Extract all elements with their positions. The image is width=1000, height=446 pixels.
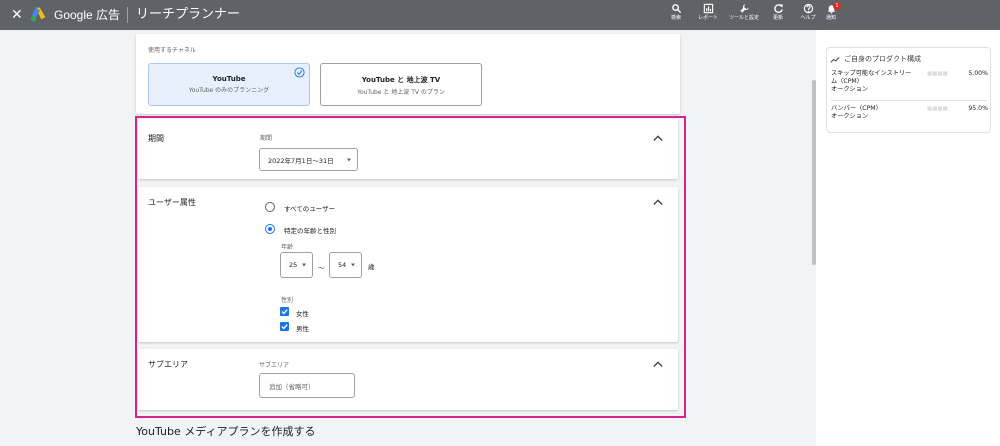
dropdown-arrow-icon: [351, 263, 355, 267]
product-percent: 95.0%: [968, 105, 988, 112]
brand-name: Google 広告: [54, 8, 121, 22]
channel-option-youtube[interactable]: YouTube YouTube のみのプランニング: [148, 63, 310, 106]
tools-label: ツールと設定: [728, 15, 759, 21]
check-icon: [281, 324, 288, 330]
radio-specific-age-gender[interactable]: [265, 224, 275, 234]
gender-label: 性別: [281, 297, 294, 304]
tools-icon: [739, 4, 749, 13]
all-users-label: すべてのユーザー: [284, 205, 336, 213]
channel-label: 使用するチャネル: [148, 47, 196, 54]
help-icon: [803, 3, 813, 14]
close-icon[interactable]: ✕: [11, 6, 23, 24]
product-name-line: バンパー（CPM）: [831, 105, 882, 112]
reports-label: レポート: [697, 15, 718, 21]
dropdown-arrow-icon: [302, 263, 306, 267]
channel-option-subtitle: YouTube と 地上波 TV のプラン: [357, 89, 445, 96]
female-checkbox[interactable]: [280, 307, 289, 316]
channel-option-title: YouTube と 地上波 TV: [361, 76, 441, 84]
product-percent: 5.00%: [968, 70, 988, 77]
age-from-dropdown[interactable]: 25: [280, 252, 313, 278]
subarea-card: サブエリア サブエリア 追加（省略可）: [138, 349, 678, 410]
chevron-up-icon[interactable]: [653, 134, 663, 142]
reports-button[interactable]: レポート: [690, 3, 726, 29]
header-divider: [127, 7, 128, 23]
age-label: 年齢: [281, 244, 294, 251]
subarea-field-label: サブエリア: [259, 362, 290, 369]
search-icon: [671, 4, 681, 14]
tools-button[interactable]: ツールと設定: [726, 3, 762, 29]
blurred-value: ■■■■: [927, 106, 948, 112]
notifications-label: 通知: [825, 15, 836, 21]
period-section-label: 期間: [148, 134, 164, 143]
product-mix-card: ご自身のプロダクト構成 スキップ可能なインストリー ム（CPM） オークション …: [826, 47, 991, 133]
age-unit: 歳: [368, 263, 375, 271]
age-range-separator: ～: [318, 264, 325, 272]
product-name-line: オークション: [831, 113, 869, 120]
create-plan-heading: YouTube メディアプランを作成する: [136, 425, 316, 438]
channel-option-subtitle: YouTube のみのプランニング: [188, 87, 270, 94]
demographics-card: ユーザー属性 すべてのユーザー 特定の年齢と性別 年齢 25 ～ 54 歳 性別…: [138, 187, 678, 342]
age-from-value: 25: [289, 261, 298, 269]
female-label: 女性: [296, 310, 309, 318]
check-icon: [281, 309, 288, 315]
period-field-label: 期間: [260, 135, 273, 142]
male-checkbox[interactable]: [280, 322, 289, 331]
dropdown-arrow-icon: [347, 158, 351, 161]
specific-age-gender-label: 特定の年齢と性別: [284, 227, 336, 235]
age-to-dropdown[interactable]: 54: [329, 252, 362, 278]
chevron-up-icon[interactable]: [653, 360, 663, 368]
refresh-icon: [773, 4, 783, 13]
age-to-value: 54: [338, 261, 347, 269]
reports-icon: [703, 3, 713, 14]
subarea-section-label: サブエリア: [148, 360, 188, 369]
search-button[interactable]: 検索: [658, 3, 694, 29]
app-title: リーチプランナー: [136, 7, 241, 22]
channel-option-youtube-tv[interactable]: YouTube と 地上波 TV YouTube と 地上波 TV のプラン: [320, 63, 482, 106]
period-card: 期間 期間 2022年7月1日～31日: [138, 119, 678, 179]
period-value: 2022年7月1日～31日: [268, 156, 334, 165]
notifications-button[interactable]: 1 通知: [813, 2, 849, 29]
product-name-line: オークション: [831, 86, 869, 93]
channel-option-title: YouTube: [212, 75, 246, 83]
check-circle-icon: [294, 67, 305, 78]
notification-badge: 1: [833, 2, 841, 10]
google-ads-logo-icon: [31, 7, 46, 22]
product-name-line: ム（CPM）: [831, 78, 863, 85]
demographics-section-label: ユーザー属性: [148, 198, 196, 207]
product-row: バンパー（CPM） オークション ■■■■ 95.0%: [831, 105, 988, 121]
product-mix-title: ご自身のプロダクト構成: [844, 55, 921, 63]
search-label: 検索: [670, 15, 681, 21]
male-label: 男性: [296, 325, 309, 333]
chevron-up-icon[interactable]: [653, 198, 663, 206]
period-dropdown[interactable]: 2022年7月1日～31日: [259, 148, 358, 171]
subarea-placeholder: 追加（省略可）: [269, 382, 315, 391]
radio-all-users[interactable]: [265, 202, 275, 212]
top-app-bar: ✕ Google 広告 リーチプランナー 検索 レポート ツールと設定 更新 ヘ…: [0, 0, 1000, 30]
row-divider: [831, 100, 987, 101]
trending-icon: [830, 56, 840, 63]
product-name-line: スキップ可能なインストリー: [831, 70, 912, 77]
subarea-input[interactable]: 追加（省略可）: [259, 373, 355, 398]
blurred-value: ■■■■: [927, 71, 948, 77]
product-mix-title-row: ご自身のプロダクト構成: [830, 54, 921, 64]
product-row: スキップ可能なインストリー ム（CPM） オークション ■■■■ 5.00%: [831, 70, 988, 94]
